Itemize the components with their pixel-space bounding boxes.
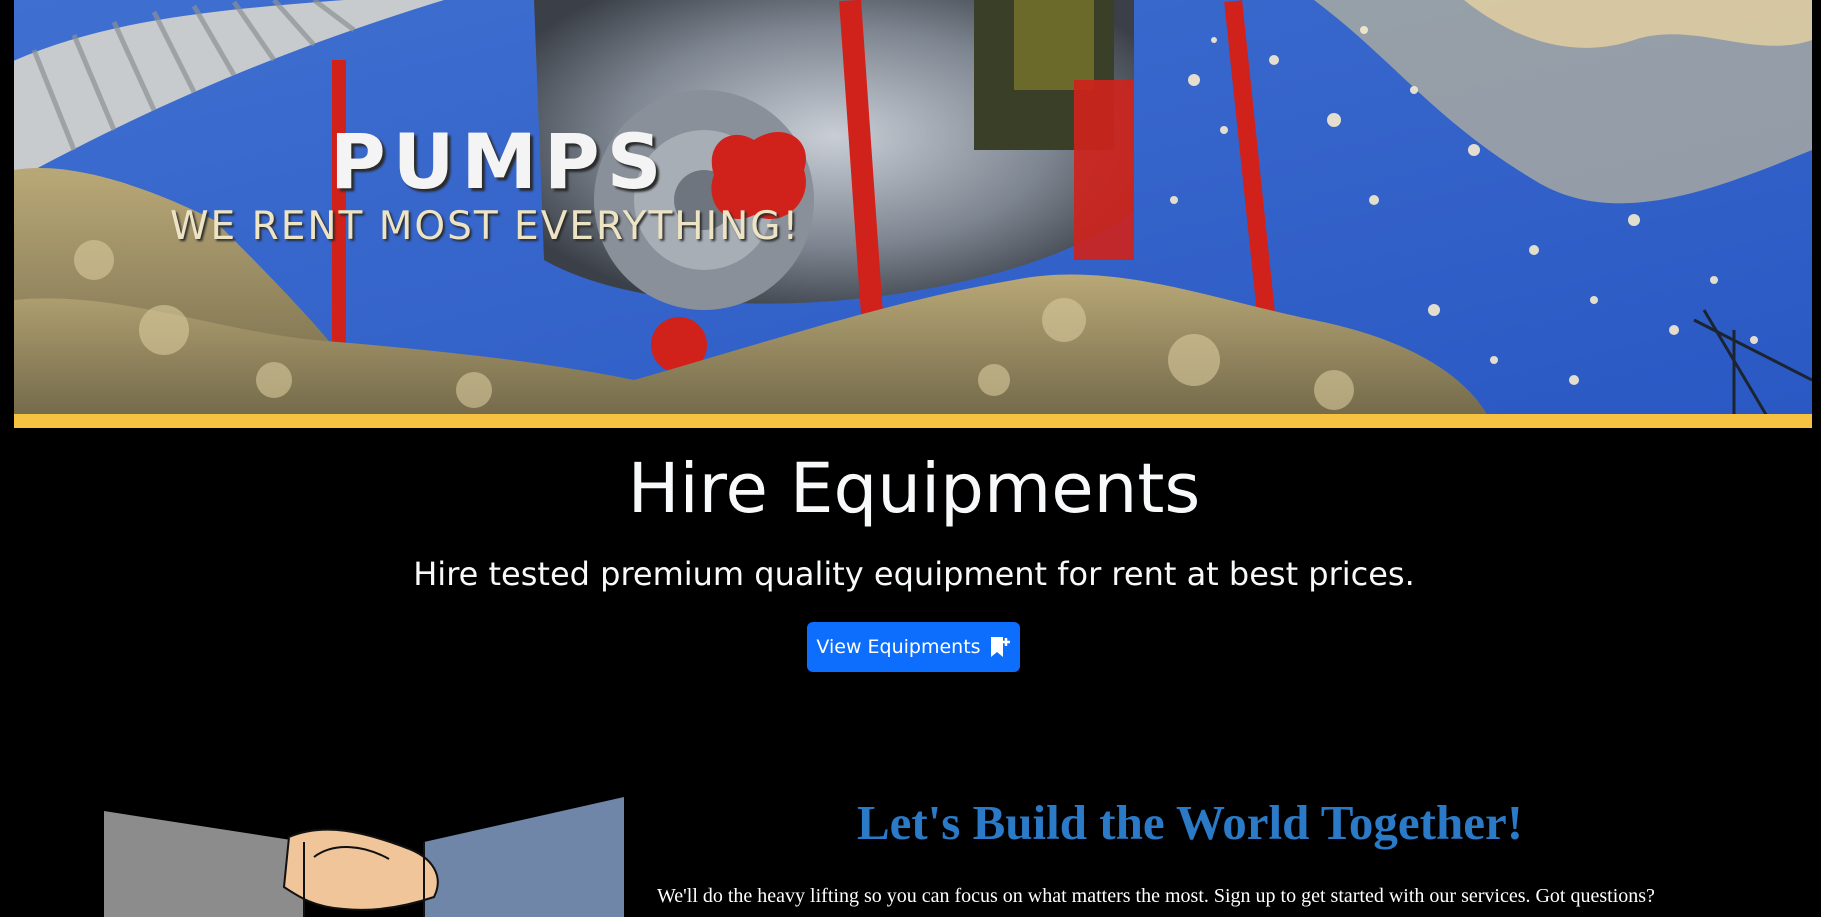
- section-text: We'll do the heavy lifting so you can fo…: [657, 885, 1655, 907]
- banner-tagline: WE RENT MOST EVERYTHING!: [170, 204, 801, 249]
- view-equipments-label: View Equipments: [816, 636, 981, 658]
- bookmark-plus-icon: [989, 635, 1011, 659]
- handshake-illustration: [104, 797, 624, 917]
- hero-banner-image: PUMPS WE RENT MOST EVERYTHING!: [14, 0, 1812, 428]
- hero-title: Hire Equipments: [627, 449, 1201, 529]
- section-heading: Let's Build the World Together!: [856, 795, 1524, 850]
- hero-lead: Hire tested premium quality equipment fo…: [413, 555, 1415, 593]
- banner-title: PUMPS: [330, 117, 669, 206]
- view-equipments-button[interactable]: View Equipments: [807, 622, 1020, 672]
